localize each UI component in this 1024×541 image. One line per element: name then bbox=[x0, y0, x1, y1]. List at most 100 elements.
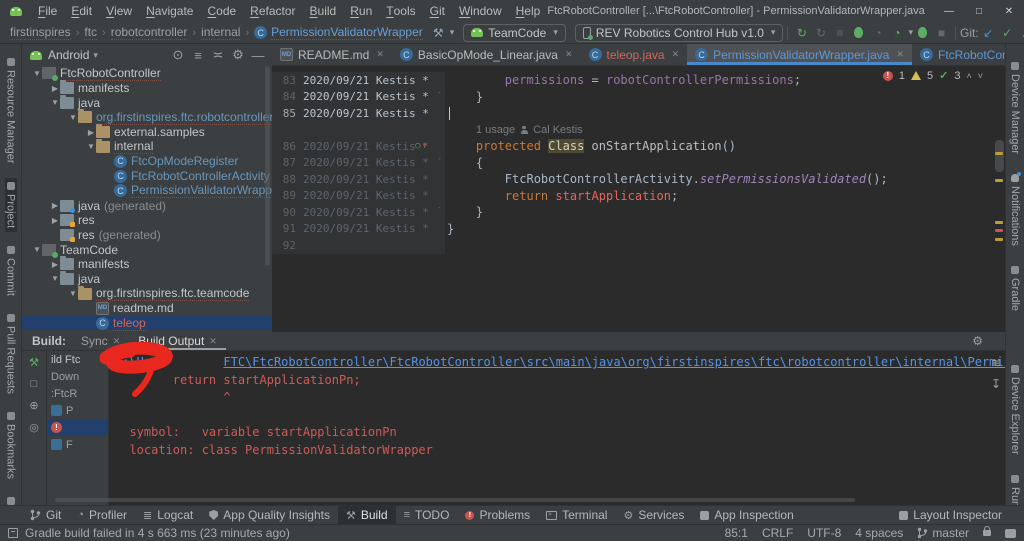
editor-gutter[interactable]: 89 2020/09/21 Kestis * bbox=[272, 187, 445, 204]
menu-help[interactable]: Help bbox=[509, 0, 548, 22]
readonly-lock-icon[interactable] bbox=[983, 526, 991, 536]
menu-tools[interactable]: Tools bbox=[379, 0, 422, 22]
tree-item-teamcode[interactable]: ▼ TeamCode bbox=[22, 242, 272, 258]
tree-item-internal[interactable]: ▼ internal bbox=[22, 138, 272, 155]
menu-git[interactable]: Git bbox=[423, 0, 452, 22]
toolwindow-build[interactable]: ⚒ Build bbox=[338, 506, 396, 524]
restore-button[interactable]: □ bbox=[964, 0, 994, 22]
error-stripe-mark[interactable] bbox=[995, 152, 1003, 155]
tab-ftcrobotcontrolleractivity-java[interactable]: CFtcRobotControllerActivity.java✕ bbox=[912, 44, 1005, 65]
tree-item-ftcopmoderegister[interactable]: C FtcOpModeRegister bbox=[22, 154, 272, 169]
stripe-gradle[interactable]: Gradle bbox=[1009, 262, 1021, 315]
status-item[interactable]: 4 spaces bbox=[855, 526, 903, 540]
menu-navigate[interactable]: Navigate bbox=[139, 0, 200, 22]
pin-tab-button[interactable]: ⊕ bbox=[29, 399, 38, 412]
close-tab-icon[interactable]: ✕ bbox=[113, 336, 121, 347]
tree-item-org-firstinspires-ftc-robotcontroller[interactable]: ▼ org.firstinspires.ftc.robotcontroller bbox=[22, 109, 272, 125]
console-hscrollbar[interactable] bbox=[55, 498, 855, 502]
editor-gutter[interactable]: 85 2020/09/21 Kestis * bbox=[272, 105, 445, 122]
tree-item-permissionvalidatorwrapper[interactable]: C PermissionValidatorWrapper bbox=[22, 183, 272, 199]
menu-code[interactable]: Code bbox=[200, 0, 243, 22]
error-stripe-mark[interactable] bbox=[995, 238, 1003, 241]
hide-panel-button[interactable]: — bbox=[248, 45, 268, 65]
error-stripe-mark[interactable] bbox=[995, 221, 1003, 224]
build-tree-item[interactable]: P bbox=[47, 402, 108, 419]
device-select[interactable]: REV Robotics Control Hub v1.0 ▾ bbox=[574, 23, 784, 42]
debug-button[interactable] bbox=[849, 24, 868, 42]
tab-basicopmode_linear-java[interactable]: C BasicOpMode_Linear.java ✕ bbox=[392, 44, 581, 65]
git-branch-widget[interactable]: master bbox=[917, 526, 969, 540]
chevron-right-icon[interactable]: ▶ bbox=[86, 128, 96, 137]
tree-item-ftcrobotcontroller[interactable]: ▼ FtcRobotController bbox=[22, 66, 272, 82]
update-project-button[interactable]: ↙ bbox=[979, 24, 998, 42]
commit-button[interactable]: ✓ bbox=[998, 24, 1017, 42]
push-button[interactable]: ↗ bbox=[1017, 24, 1024, 42]
close-tab-icon[interactable]: ✕ bbox=[209, 336, 217, 347]
editor-gutter[interactable]: 92 bbox=[272, 237, 445, 254]
fold-marker-icon[interactable]: ˆ bbox=[437, 207, 442, 217]
build-settings-icon[interactable]: ⚙ bbox=[972, 334, 983, 348]
run-coverage-button[interactable]: ≡ bbox=[830, 24, 849, 42]
build-console[interactable]: C:\Us FTC\FtcRobotController\FtcRobotCon… bbox=[109, 351, 1005, 505]
toolwindow-app-inspection[interactable]: App Inspection bbox=[692, 506, 801, 524]
fold-marker-icon[interactable]: ˇ bbox=[437, 158, 442, 168]
build-tree-item[interactable]: :FtcR bbox=[47, 385, 108, 402]
chevron-down-icon[interactable]: ▼ bbox=[86, 142, 96, 151]
stripe-pull-requests[interactable]: Pull Requests bbox=[5, 310, 17, 398]
stripe-commit[interactable]: Commit bbox=[5, 242, 17, 300]
breadcrumb-item[interactable]: robotcontroller bbox=[110, 25, 188, 40]
tree-item-org-firstinspires-ftc-teamcode[interactable]: ▼ org.firstinspires.ftc.teamcode bbox=[22, 285, 272, 302]
tab-permissionvalidatorwrapper-java[interactable]: C PermissionValidatorWrapper.java ✕ bbox=[687, 44, 912, 65]
fold-marker-icon[interactable]: ˆ bbox=[437, 92, 442, 102]
tree-item-java[interactable]: ▶ java (generated) bbox=[22, 198, 272, 213]
profile-button[interactable]: ◔ bbox=[868, 24, 887, 42]
editor-gutter[interactable]: 86 2020/09/21 Kestis * ○ ↑ bbox=[272, 138, 445, 155]
stripe-resource-manager[interactable]: Resource Manager bbox=[5, 54, 17, 168]
build-tab-build-output[interactable]: Build Output ✕ bbox=[129, 332, 226, 350]
breadcrumb-item[interactable]: internal bbox=[201, 25, 241, 40]
editor-scrollbar-thumb[interactable] bbox=[995, 140, 1004, 172]
build-tree-item[interactable]: ! bbox=[47, 419, 108, 436]
editor-gutter[interactable]: 84 2020/09/21 Kestis * ˆ bbox=[272, 88, 445, 105]
toolwindow-profiler[interactable]: ◔ Profiler bbox=[69, 506, 135, 524]
toolwindow-app-quality-insights[interactable]: App Quality Insights bbox=[201, 506, 338, 524]
tree-item-external-samples[interactable]: ▶ external.samples bbox=[22, 124, 272, 140]
menu-build[interactable]: Build bbox=[303, 0, 344, 22]
menu-run[interactable]: Run bbox=[343, 0, 379, 22]
toolwindow-git[interactable]: Git bbox=[22, 506, 69, 524]
stop-build-button[interactable]: □ bbox=[31, 378, 38, 390]
build-tree-item[interactable]: Down bbox=[47, 368, 108, 385]
toolwindow-todo[interactable]: ≡ TODO bbox=[396, 506, 458, 524]
rerun-button[interactable]: ↻ bbox=[811, 24, 830, 42]
minimize-button[interactable]: — bbox=[934, 0, 964, 22]
toolwindow-terminal[interactable]: > Terminal bbox=[538, 506, 615, 524]
toolwindow-logcat[interactable]: ≣ Logcat bbox=[135, 506, 201, 524]
editor-gutter[interactable]: 87 2020/09/21 Kestis * ˇ bbox=[272, 154, 445, 171]
chevron-right-icon[interactable]: ▶ bbox=[50, 84, 60, 93]
scroll-to-end-icon[interactable]: ↧ bbox=[991, 377, 1001, 391]
stripe-device-manager[interactable]: Device Manager bbox=[1009, 58, 1021, 158]
attach-debugger-button[interactable] bbox=[913, 24, 932, 42]
project-view-select[interactable]: Android ▾ bbox=[30, 48, 98, 62]
stripe-notifications[interactable]: Notifications bbox=[1009, 170, 1021, 250]
run-configuration-select[interactable]: TeamCode ▾ bbox=[463, 23, 566, 42]
stripe-bookmarks[interactable]: Bookmarks bbox=[5, 408, 17, 483]
close-tab-icon[interactable]: ✕ bbox=[896, 49, 904, 60]
tree-item-manifests[interactable]: ▶ manifests bbox=[22, 256, 272, 272]
status-item[interactable]: 85:1 bbox=[725, 526, 748, 540]
build-tree-item[interactable]: ild Ftc bbox=[47, 351, 108, 368]
chevron-down-icon[interactable]: ▼ bbox=[50, 98, 60, 107]
notifications-icon[interactable] bbox=[1005, 528, 1016, 538]
code-editor[interactable]: 83 2020/09/21 Kestis * permissions = robo… bbox=[272, 66, 1005, 332]
error-stripe-mark[interactable] bbox=[995, 179, 1003, 182]
gradle-sync-icon[interactable]: ⚒ bbox=[429, 24, 448, 42]
tree-item-ftcrobotcontrolleractivity[interactable]: C FtcRobotControllerActivity bbox=[22, 169, 272, 184]
prev-issue-button[interactable]: ˄ bbox=[966, 71, 971, 81]
editor-gutter[interactable] bbox=[272, 121, 445, 138]
tree-item-teleop[interactable]: Cteleop bbox=[22, 316, 272, 331]
chevron-down-icon[interactable]: ▼ bbox=[32, 69, 42, 78]
error-stripe-mark[interactable] bbox=[995, 229, 1003, 232]
file-link[interactable]: C:\Us bbox=[115, 355, 151, 369]
menu-window[interactable]: Window bbox=[452, 0, 509, 22]
breadcrumb-item[interactable]: ftc bbox=[84, 25, 98, 40]
